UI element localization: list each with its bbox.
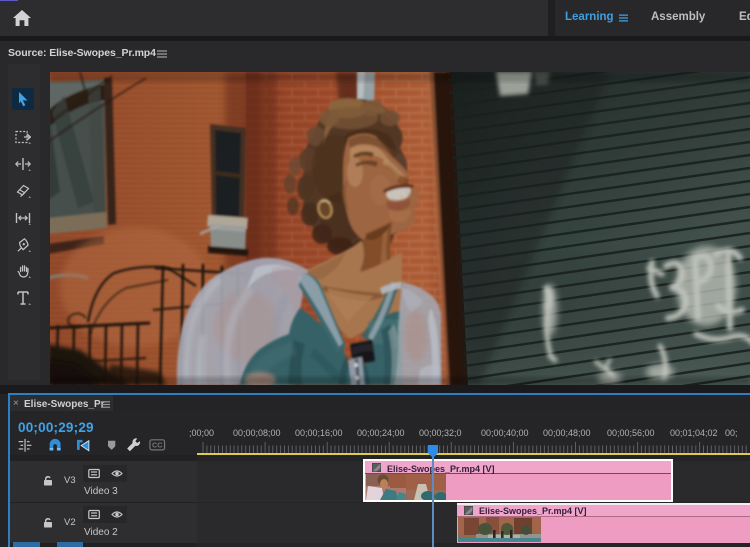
svg-text:CC: CC	[152, 441, 163, 450]
